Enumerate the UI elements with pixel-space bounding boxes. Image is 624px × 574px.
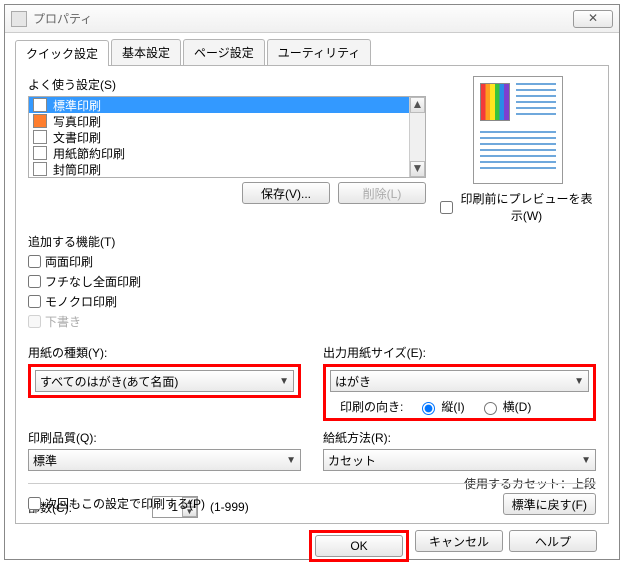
chevron-down-icon[interactable]: ▼ (410, 161, 425, 177)
chevron-down-icon: ▼ (581, 455, 591, 466)
delete-profile-button[interactable]: 削除(L) (338, 182, 426, 204)
help-button[interactable]: ヘルプ (509, 530, 597, 552)
quality-label: 印刷品質(Q): (28, 429, 301, 446)
list-item: 標準印刷 (29, 97, 425, 113)
titlebar: プロパティ ✕ (5, 5, 619, 33)
borderless-check[interactable]: フチなし全面印刷 (28, 273, 596, 290)
quality-select[interactable]: 標準▼ (28, 449, 301, 471)
source-label: 給紙方法(R): (323, 429, 596, 446)
source-select[interactable]: カセット▼ (323, 449, 596, 471)
printer-icon (11, 11, 27, 27)
ok-highlight: OK (309, 530, 409, 562)
close-button[interactable]: ✕ (573, 10, 613, 28)
doc-icon (33, 98, 47, 112)
restore-defaults-button[interactable]: 標準に戻す(F) (503, 493, 596, 515)
window-title: プロパティ (33, 10, 573, 27)
chevron-down-icon: ▼ (286, 455, 296, 466)
outputsize-highlight: はがき▼ 印刷の向き: 縦(I) 横(D) (323, 364, 596, 421)
envelope-icon (33, 162, 47, 176)
addfunc-label: 追加する機能(T) (28, 233, 596, 250)
tab-util[interactable]: ユーティリティ (267, 39, 372, 65)
chevron-up-icon[interactable]: ▲ (410, 97, 425, 113)
list-item: 封筒印刷 (29, 161, 425, 177)
tab-quick[interactable]: クイック設定 (15, 40, 109, 66)
properties-dialog: プロパティ ✕ クイック設定 基本設定 ページ設定 ユーティリティ よく使う設定… (4, 4, 620, 560)
frequent-settings-list[interactable]: 標準印刷 写真印刷 文書印刷 用紙節約印刷 封筒印刷 ▲▼ (28, 96, 426, 178)
save-profile-button[interactable]: 保存(V)... (242, 182, 330, 204)
draft-check[interactable]: 下書き (28, 313, 596, 330)
orientation-landscape[interactable]: 横(D) (479, 398, 532, 415)
client-area: クイック設定 基本設定 ページ設定 ユーティリティ よく使う設定(S) 標準印刷… (5, 33, 619, 574)
orientation-row: 印刷の向き: 縦(I) 横(D) (330, 398, 589, 415)
preview-checkbox-row[interactable]: 印刷前にプレビューを表示(W) (440, 190, 596, 224)
page-preview (473, 76, 563, 184)
papertype-label: 用紙の種類(Y): (28, 344, 301, 361)
list-item: 写真印刷 (29, 113, 425, 129)
outputsize-label: 出力用紙サイズ(E): (323, 344, 596, 361)
list-item: 文書印刷 (29, 129, 425, 145)
ok-button[interactable]: OK (315, 535, 403, 557)
tab-strip: クイック設定 基本設定 ページ設定 ユーティリティ (15, 39, 609, 66)
outputsize-select[interactable]: はがき▼ (330, 370, 589, 392)
list-item: 用紙節約印刷 (29, 145, 425, 161)
orientation-portrait[interactable]: 縦(I) (417, 398, 464, 415)
papersave-icon (33, 146, 47, 160)
tab-basic[interactable]: 基本設定 (111, 39, 181, 65)
orientation-label: 印刷の向き: (330, 398, 403, 415)
papertype-select[interactable]: すべてのはがき(あて名面)▼ (35, 370, 294, 392)
doc-icon (33, 130, 47, 144)
color-sample-icon (480, 83, 510, 121)
duplex-check[interactable]: 両面印刷 (28, 253, 596, 270)
scrollbar[interactable]: ▲▼ (409, 97, 425, 177)
chevron-down-icon: ▼ (574, 376, 584, 387)
papertype-highlight: すべてのはがき(あて名面)▼ (28, 364, 301, 398)
preview-checkbox[interactable] (440, 201, 453, 214)
remember-settings-check[interactable]: 次回もこの設定で印刷する(P) (28, 495, 503, 512)
dialog-buttons: OK キャンセル ヘルプ (15, 524, 609, 568)
cancel-button[interactable]: キャンセル (415, 530, 503, 552)
tab-page[interactable]: ページ設定 (183, 39, 265, 65)
mono-check[interactable]: モノクロ印刷 (28, 293, 596, 310)
chevron-down-icon: ▼ (279, 376, 289, 387)
frequent-settings-label: よく使う設定(S) (28, 76, 426, 93)
tab-panel-quick: よく使う設定(S) 標準印刷 写真印刷 文書印刷 用紙節約印刷 封筒印刷 ▲▼ … (15, 66, 609, 524)
photo-icon (33, 114, 47, 128)
